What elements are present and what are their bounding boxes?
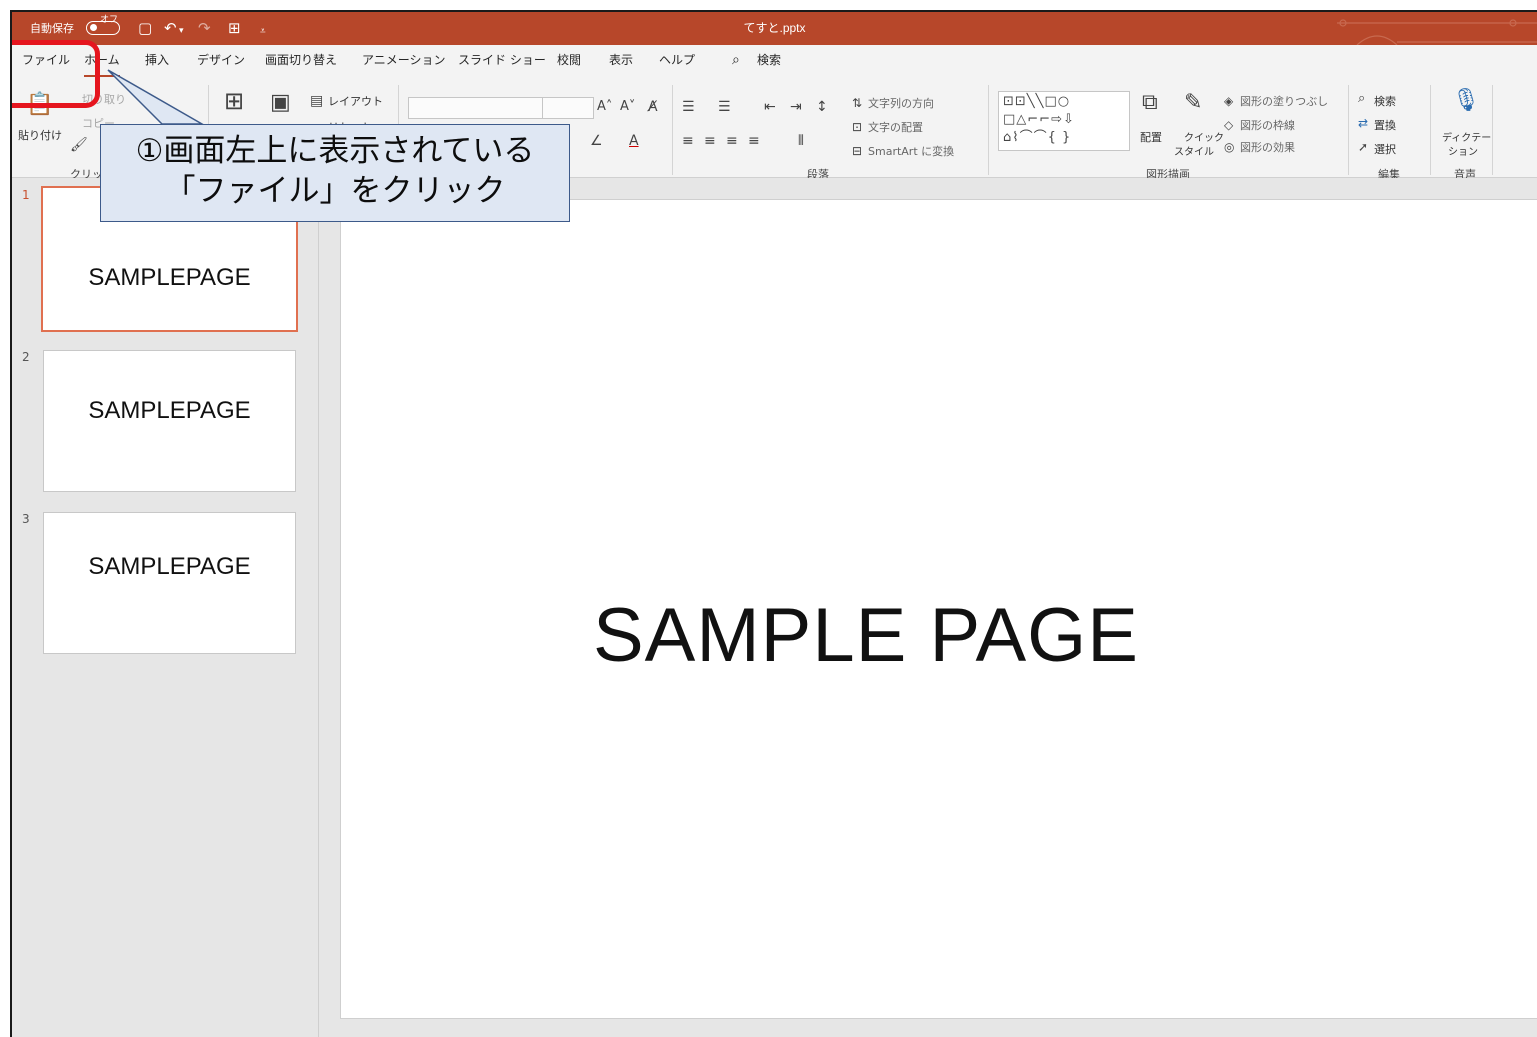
thumbnail-text: SAMPLEPAGE (88, 397, 251, 424)
shape-fill-button[interactable]: 図形の塗りつぶし (1240, 93, 1328, 109)
shape-effects-button[interactable]: 図形の効果 (1240, 139, 1295, 155)
tab-view[interactable]: 表示 (609, 45, 633, 77)
bullets-icon[interactable]: ☰ (682, 99, 695, 115)
powerpoint-window: 自動保存 オフ ▢ ↶ ▾ ↷ ⊞ ⩡ てすと.pptx ファイル ホーム 挿入… (10, 10, 1537, 1037)
shape-effects-icon: ◎ (1224, 140, 1235, 154)
search-icon[interactable]: ⌕ (732, 45, 740, 77)
align-left-icon[interactable]: ≡ (682, 133, 694, 149)
slide-thumbnail-pane: 1 SAMPLEPAGE 2 SAMPLEPAGE 3 SAMPLEPAGE (12, 178, 319, 1037)
align-center-icon[interactable]: ≡ (704, 133, 716, 149)
replace-button[interactable]: 置換 (1374, 117, 1396, 133)
font-color-icon[interactable]: A (629, 133, 639, 149)
shape-outline-icon: ◇ (1224, 118, 1234, 132)
dictate-label-2[interactable]: ション (1448, 143, 1478, 158)
numbering-icon[interactable]: ☰ (718, 99, 731, 115)
group-separator (1348, 85, 1349, 175)
smartart-icon: ⊟ (852, 144, 863, 158)
text-direction-icon: ⇅ (852, 96, 863, 110)
quick-styles-icon[interactable]: ✎ (1184, 92, 1202, 114)
slide-number: 1 (22, 188, 30, 202)
instruction-callout: ①画面左上に表示されている 「ファイル」をクリック (100, 124, 570, 222)
increase-indent-icon[interactable]: ⇥ (790, 99, 802, 115)
slide-thumbnail-3[interactable]: SAMPLEPAGE (43, 512, 296, 654)
align-right-icon[interactable]: ≡ (726, 133, 738, 149)
shapes-row-2-icon[interactable]: □△⌐⌐⇨⇩ (1003, 112, 1075, 128)
group-separator (672, 85, 673, 175)
thumbnail-text: SAMPLEPAGE (88, 264, 251, 291)
decrease-font-icon[interactable]: A˅ (620, 99, 635, 115)
find-button[interactable]: 検索 (1374, 93, 1396, 109)
callout-line-2: 「ファイル」をクリック (164, 173, 506, 209)
shape-fill-icon: ◈ (1224, 94, 1234, 108)
file-tab-highlight (12, 40, 100, 108)
quick-styles-label-1[interactable]: クイック (1184, 129, 1224, 144)
find-icon: ⌕ (1358, 91, 1366, 106)
arrange-icon[interactable]: ⧉ (1142, 92, 1158, 114)
tab-help[interactable]: ヘルプ (659, 45, 695, 77)
quick-styles-label-2[interactable]: スタイル (1174, 143, 1214, 158)
slide-thumbnail-2[interactable]: SAMPLEPAGE (43, 350, 296, 492)
shape-outline-button[interactable]: 図形の枠線 (1240, 117, 1295, 133)
microphone-icon[interactable]: 🎙 (1452, 90, 1480, 112)
text-direction-button[interactable]: 文字列の方向 (868, 95, 934, 111)
dictate-label-1[interactable]: ディクテー (1442, 129, 1491, 144)
columns-icon[interactable]: ⫴ (798, 133, 804, 149)
arrange-button[interactable]: 配置 (1140, 129, 1162, 145)
group-separator (988, 85, 989, 175)
thumbnail-text: SAMPLEPAGE (88, 553, 251, 580)
select-button[interactable]: 選択 (1374, 141, 1396, 157)
replace-icon: ⇄ (1358, 116, 1369, 130)
decrease-indent-icon[interactable]: ⇤ (764, 99, 776, 115)
slide-number: 2 (22, 350, 30, 364)
slide-number: 3 (22, 512, 30, 526)
main-slide-canvas[interactable]: SAMPLE PAGE (340, 199, 1537, 1019)
line-spacing-icon[interactable]: ↕ (816, 99, 828, 115)
shapes-gallery[interactable]: ⊡⊡╲╲□○ □△⌐⌐⇨⇩ ⌂⌇⌒⌒{ } (998, 91, 1130, 151)
group-separator (1492, 85, 1493, 175)
align-text-icon: ⊡ (852, 120, 863, 134)
shapes-row-3-icon[interactable]: ⌂⌇⌒⌒{ } (1003, 130, 1071, 146)
shapes-row-1-icon[interactable]: ⊡⊡╲╲□○ (1003, 94, 1070, 110)
title-decoration (1337, 19, 1537, 45)
group-separator (1430, 85, 1431, 175)
callout-line-1: ①画面左上に表示されている (135, 133, 535, 169)
smartart-button[interactable]: SmartArt に変換 (868, 143, 954, 159)
clear-format-icon[interactable]: A̸ (648, 99, 658, 115)
select-icon: ➚ (1358, 140, 1369, 154)
search-tab-label[interactable]: 検索 (757, 45, 781, 77)
slide-title-text[interactable]: SAMPLE PAGE (341, 592, 1391, 679)
align-text-button[interactable]: 文字の配置 (868, 119, 923, 135)
justify-icon[interactable]: ≡ (748, 133, 760, 149)
